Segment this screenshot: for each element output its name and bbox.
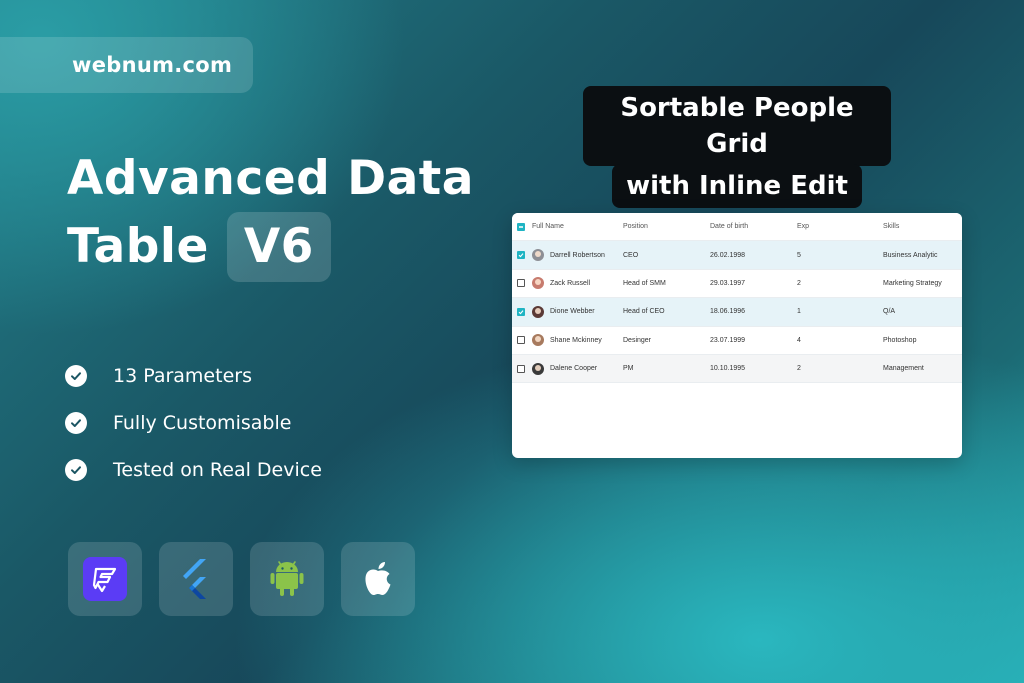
- cell-skills[interactable]: Business Analytic: [883, 252, 962, 259]
- platform-tile-apple: [341, 542, 415, 616]
- row-checkbox[interactable]: [517, 336, 525, 345]
- avatar: [532, 249, 544, 262]
- platform-list: [68, 542, 415, 616]
- column-header-exp[interactable]: Exp: [797, 223, 883, 230]
- cell-position[interactable]: Desinger: [623, 337, 710, 344]
- cell-date-of-birth[interactable]: 26.02.1998: [710, 252, 797, 259]
- feature-item: Tested on Real Device: [65, 454, 322, 486]
- table-row[interactable]: Darrell Robertson CEO 26.02.1998 5 Busin…: [512, 241, 962, 270]
- feature-label: 13 Parameters: [113, 365, 252, 387]
- column-header-full-name[interactable]: Full Name: [532, 223, 623, 230]
- feature-item: 13 Parameters: [65, 360, 322, 392]
- name-cell: Zack Russell: [532, 277, 623, 290]
- column-header-date-of-birth[interactable]: Date of birth: [710, 223, 797, 230]
- hero-title: Advanced Data Table V6: [67, 146, 474, 282]
- feature-label: Fully Customisable: [113, 412, 292, 434]
- version-badge: V6: [226, 212, 331, 282]
- table-row[interactable]: Zack Russell Head of SMM 29.03.1997 2 Ma…: [512, 270, 962, 299]
- platform-tile-android: [250, 542, 324, 616]
- flutterflow-icon: [83, 557, 127, 601]
- cell-date-of-birth[interactable]: 29.03.1997: [710, 280, 797, 287]
- hero-line-2: Table V6: [67, 212, 474, 282]
- flutter-icon: [183, 559, 206, 599]
- cell-full-name[interactable]: Darrell Robertson: [550, 252, 605, 259]
- platform-tile-flutterflow: [68, 542, 142, 616]
- cell-exp[interactable]: 2: [797, 280, 883, 287]
- check-circle-icon: [65, 459, 87, 481]
- column-header-position[interactable]: Position: [623, 223, 710, 230]
- brand-pill: webnum.com: [0, 37, 253, 93]
- avatar: [532, 305, 544, 318]
- callout-line-2: with Inline Edit: [612, 164, 862, 208]
- check-circle-icon: [65, 365, 87, 387]
- row-checkbox[interactable]: [517, 251, 525, 260]
- brand-site: webnum.com: [72, 53, 233, 77]
- row-check-cell: [512, 307, 532, 316]
- name-cell: Darrell Robertson: [532, 249, 623, 262]
- cell-date-of-birth[interactable]: 18.06.1996: [710, 308, 797, 315]
- table-header-row: Full Name Position Date of birth Exp Ski…: [512, 213, 962, 242]
- cell-position[interactable]: Head of CEO: [623, 308, 710, 315]
- hero-line-1: Advanced Data: [67, 146, 474, 212]
- select-all-checkbox[interactable]: [517, 222, 525, 231]
- feature-list: 13 Parameters Fully Customisable Tested …: [65, 360, 322, 501]
- cell-exp[interactable]: 5: [797, 252, 883, 259]
- header-check-cell: [512, 222, 532, 231]
- cell-position[interactable]: PM: [623, 365, 710, 372]
- hero-title-line1: Advanced Data: [67, 151, 474, 206]
- cell-date-of-birth[interactable]: 10.10.1995: [710, 365, 797, 372]
- table-row[interactable]: Dalene Cooper PM 10.10.1995 2 Management: [512, 354, 962, 384]
- cell-exp[interactable]: 4: [797, 337, 883, 344]
- platform-tile-flutter: [159, 542, 233, 616]
- cell-full-name[interactable]: Shane Mckinney: [550, 337, 602, 344]
- row-check-cell: [512, 279, 532, 288]
- cell-skills[interactable]: Management: [883, 365, 962, 372]
- feature-label: Tested on Real Device: [113, 459, 322, 481]
- android-icon: [270, 561, 304, 596]
- avatar: [532, 334, 544, 347]
- name-cell: Shane Mckinney: [532, 334, 623, 347]
- avatar: [532, 362, 544, 375]
- cell-skills[interactable]: Marketing Strategy: [883, 280, 962, 287]
- cell-position[interactable]: Head of SMM: [623, 280, 710, 287]
- column-header-skills[interactable]: Skills: [883, 223, 962, 230]
- hero-title-line2: Table: [67, 219, 209, 274]
- cell-date-of-birth[interactable]: 23.07.1999: [710, 337, 797, 344]
- cell-exp[interactable]: 2: [797, 365, 883, 372]
- name-cell: Dione Webber: [532, 305, 623, 318]
- data-table: Full Name Position Date of birth Exp Ski…: [512, 213, 962, 458]
- avatar: [532, 277, 544, 290]
- cell-full-name[interactable]: Zack Russell: [550, 280, 590, 287]
- cell-full-name[interactable]: Dalene Cooper: [550, 365, 597, 372]
- row-checkbox[interactable]: [517, 364, 525, 373]
- row-checkbox[interactable]: [517, 279, 525, 288]
- name-cell: Dalene Cooper: [532, 362, 623, 375]
- feature-item: Fully Customisable: [65, 407, 322, 439]
- table-row[interactable]: Dione Webber Head of CEO 18.06.1996 1 Q/…: [512, 298, 962, 327]
- check-circle-icon: [65, 412, 87, 434]
- apple-icon: [365, 562, 391, 595]
- callout: Sortable People Grid with Inline Edit: [583, 86, 891, 208]
- cell-exp[interactable]: 1: [797, 308, 883, 315]
- table-row[interactable]: Shane Mckinney Desinger 23.07.1999 4 Pho…: [512, 327, 962, 355]
- cell-position[interactable]: CEO: [623, 252, 710, 259]
- row-check-cell: [512, 364, 532, 373]
- cell-skills[interactable]: Photoshop: [883, 337, 962, 344]
- row-check-cell: [512, 251, 532, 260]
- callout-line-1: Sortable People Grid: [583, 86, 891, 166]
- row-check-cell: [512, 336, 532, 345]
- row-checkbox[interactable]: [517, 307, 525, 316]
- cell-full-name[interactable]: Dione Webber: [550, 308, 595, 315]
- cell-skills[interactable]: Q/A: [883, 308, 962, 315]
